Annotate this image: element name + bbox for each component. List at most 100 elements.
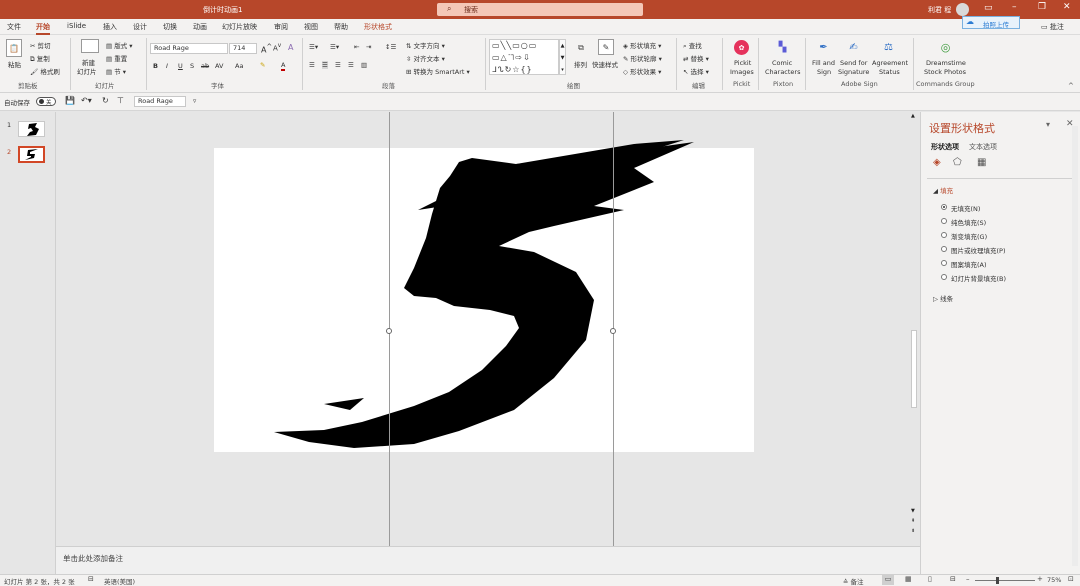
tab-review[interactable]: 审阅 — [274, 22, 288, 32]
scroll-down-icon[interactable]: ▼ — [911, 508, 915, 514]
numbering-icon[interactable]: ☰▾ — [330, 43, 339, 51]
comic-label-1[interactable]: Comic — [772, 59, 792, 67]
slide-thumbnail-1[interactable] — [18, 121, 45, 137]
normal-view-icon[interactable]: ▭ — [882, 575, 894, 585]
slide-sorter-icon[interactable]: ▦ — [905, 575, 912, 583]
radio-pattern-fill[interactable] — [941, 260, 947, 266]
notes-placeholder[interactable]: 单击此处添加备注 — [63, 553, 123, 564]
option-picture-fill[interactable]: 图片或纹理填充(P) — [951, 245, 1006, 255]
customize-qat-icon[interactable]: ▿ — [193, 97, 196, 105]
restore-icon[interactable]: ❐ — [1038, 2, 1046, 12]
option-no-fill[interactable]: 无填充(N) — [951, 203, 980, 213]
language-label[interactable]: 英语(美国) — [104, 576, 135, 586]
qat-font-combo[interactable]: Road Rage — [134, 96, 186, 107]
avatar[interactable] — [956, 3, 969, 16]
option-solid-fill[interactable]: 纯色填充(S) — [951, 217, 986, 227]
tab-home[interactable]: 开始 — [36, 22, 50, 35]
tab-insert[interactable]: 插入 — [103, 22, 117, 32]
agreement-status-icon[interactable]: ⚖ — [881, 40, 896, 55]
font-name-combo[interactable]: Road Rage — [150, 43, 228, 54]
shapes-gallery[interactable]: ▭╲╲▭○▭ ▭△˥˥⇨⇩ ᒧᔐ↻☆{} — [489, 39, 559, 75]
select-button[interactable]: ↖ 选择 ▾ — [683, 66, 709, 76]
comic-characters-icon[interactable]: ▚ — [775, 40, 790, 55]
align-right-icon[interactable]: ☰ — [335, 61, 341, 69]
columns-icon[interactable]: ▥ — [361, 61, 367, 69]
zoom-out-icon[interactable]: – — [966, 575, 970, 583]
format-painter-button[interactable]: 🖌 格式刷 — [30, 66, 60, 76]
scroll-up-icon[interactable]: ▲ — [911, 113, 915, 119]
comments-button[interactable]: ▭ 批注 — [1041, 22, 1064, 32]
resize-handle-left[interactable] — [386, 328, 392, 334]
tab-shape-options[interactable]: 形状选项 — [931, 142, 959, 152]
notes-toggle[interactable]: ≙ 备注 — [843, 576, 864, 586]
spellcheck-icon[interactable]: ⊟ — [88, 575, 94, 583]
close-icon[interactable]: ✕ — [1063, 2, 1071, 12]
smartart-button[interactable]: ⊞ 转换为 SmartArt ▾ — [406, 66, 470, 76]
option-pattern-fill[interactable]: 图案填充(A) — [951, 259, 987, 269]
save-icon[interactable]: 💾 — [65, 96, 75, 105]
arrange-icon[interactable]: ⧉ — [573, 40, 589, 56]
new-slide-icon[interactable] — [81, 39, 99, 53]
paste-icon[interactable]: 📋 — [6, 39, 22, 57]
grow-font-icon[interactable]: A^ — [261, 43, 272, 55]
font-color-button[interactable]: A — [281, 61, 286, 71]
arrange-label[interactable]: 排列 — [574, 59, 587, 69]
autosave-toggle[interactable]: 关 — [36, 97, 56, 106]
replace-button[interactable]: ⇄ 替换 ▾ — [683, 53, 709, 63]
agreement-label-1[interactable]: Agreement — [872, 59, 908, 67]
next-slide-icon[interactable]: ⇟ — [911, 528, 915, 534]
radio-background-fill[interactable] — [941, 274, 947, 280]
shape-outline-button[interactable]: ✎ 形状轮廓 ▾ — [623, 53, 662, 63]
zoom-level[interactable]: 75% — [1047, 576, 1061, 584]
redo-icon[interactable]: ↻ — [102, 96, 109, 105]
effects-pentagon-icon[interactable]: ⬠ — [953, 157, 962, 168]
highlight-icon[interactable]: ✎ — [260, 61, 265, 69]
pickit-label-2[interactable]: Images — [730, 68, 754, 76]
zoom-in-icon[interactable]: + — [1037, 575, 1043, 583]
tab-design[interactable]: 设计 — [133, 22, 147, 32]
line-spacing-icon[interactable]: ↕☰ — [385, 43, 396, 51]
fill-section-header[interactable]: ◢ 填充 — [933, 185, 953, 195]
size-properties-icon[interactable]: ▦ — [977, 157, 986, 168]
zoom-slider-thumb[interactable] — [996, 577, 999, 584]
align-left-icon[interactable]: ☰ — [309, 61, 315, 69]
tab-shape-format[interactable]: 形状格式 — [364, 22, 392, 32]
layout-button[interactable]: ▤ 版式 ▾ — [106, 40, 133, 50]
dreamstime-label-1[interactable]: Dreamstime — [926, 59, 966, 67]
underline-button[interactable]: U — [178, 62, 183, 70]
ribbon-display-icon[interactable]: ▭ — [984, 3, 993, 13]
reset-button[interactable]: ▤ 重置 — [106, 53, 127, 63]
bullets-icon[interactable]: ☰▾ — [309, 43, 318, 51]
decrease-indent-icon[interactable]: ⇤ — [354, 43, 359, 51]
tab-animations[interactable]: 动画 — [193, 22, 207, 32]
quick-styles-label[interactable]: 快速样式 — [592, 59, 618, 69]
shrink-font-icon[interactable]: Av — [273, 43, 281, 52]
radio-picture-fill[interactable] — [941, 246, 947, 252]
new-slide-label-2[interactable]: 幻灯片 — [77, 66, 97, 76]
pickit-label-1[interactable]: Pickit — [734, 59, 751, 67]
option-gradient-fill[interactable]: 渐变填充(G) — [951, 231, 987, 241]
undo-icon[interactable]: ↶▾ — [81, 96, 92, 105]
minimize-icon[interactable]: – — [1012, 2, 1017, 12]
option-background-fill[interactable]: 幻灯片背景填充(B) — [951, 273, 1006, 283]
pane-options-icon[interactable]: ▾ — [1046, 120, 1050, 129]
tab-islide[interactable]: iSlide — [67, 22, 86, 30]
slide-canvas[interactable] — [214, 140, 754, 452]
tab-view[interactable]: 视图 — [304, 22, 318, 32]
pickit-icon[interactable]: ✿ — [734, 40, 749, 55]
section-button[interactable]: ▤ 节 ▾ — [106, 66, 126, 76]
search-box[interactable]: ⌕ 搜索 — [437, 3, 643, 16]
font-size-combo[interactable]: 714 — [229, 43, 257, 54]
tab-help[interactable]: 帮助 — [334, 22, 348, 32]
find-button[interactable]: ⌕ 查找 — [683, 40, 702, 51]
dreamstime-label-2[interactable]: Stock Photos — [924, 68, 966, 76]
upload-badge[interactable]: ☁ 拍照上传 — [962, 16, 1020, 29]
bold-button[interactable]: B — [153, 62, 158, 70]
radio-no-fill[interactable] — [941, 204, 947, 210]
number-five-brush-shape[interactable] — [214, 140, 754, 452]
prev-slide-icon[interactable]: ⇞ — [911, 518, 915, 524]
resize-handle-right[interactable] — [610, 328, 616, 334]
zoom-slider[interactable] — [975, 580, 1035, 581]
vertical-scrollbar[interactable]: ▲ ▼ ⇞ ⇟ — [909, 112, 919, 546]
user-name[interactable]: 利君 程 — [928, 5, 951, 15]
